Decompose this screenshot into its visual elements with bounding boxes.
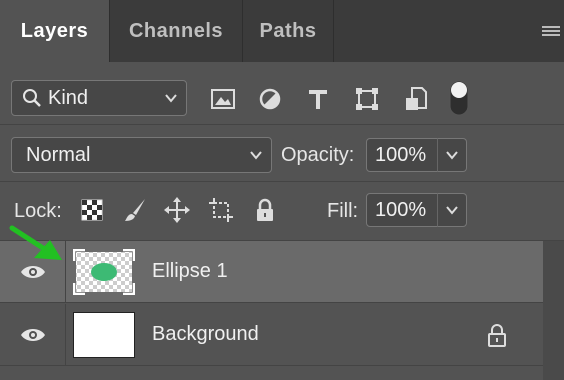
layer-lock-icon xyxy=(487,323,507,352)
layer-row-ellipse-1[interactable]: Ellipse 1 xyxy=(0,241,543,303)
image-filter-icon[interactable] xyxy=(208,85,238,113)
layer-thumbnail xyxy=(73,312,135,358)
lock-position-icon[interactable] xyxy=(162,195,192,225)
annotation-arrow-icon xyxy=(8,222,66,269)
chevron-down-icon xyxy=(247,146,265,164)
divider xyxy=(0,181,564,182)
filter-kind-label: Kind xyxy=(48,86,89,109)
scrollbar[interactable] xyxy=(543,241,564,380)
type-filter-icon[interactable] xyxy=(304,85,332,113)
fill-label: Fill: xyxy=(327,200,359,222)
chevron-down-icon xyxy=(446,206,458,215)
layer-name: Ellipse 1 xyxy=(152,260,228,282)
layer-name: Background xyxy=(152,323,259,345)
tab-layers[interactable]: Layers xyxy=(0,0,110,62)
shape-filter-icon[interactable] xyxy=(352,84,382,114)
chevron-down-icon xyxy=(162,89,180,107)
panel-tab-bar: Layers Channels Paths xyxy=(0,0,564,62)
blend-mode-value: Normal xyxy=(26,143,91,166)
tab-paths[interactable]: Paths xyxy=(243,0,334,62)
panel-menu-icon[interactable] xyxy=(540,22,562,40)
fill-dropdown-button[interactable] xyxy=(437,193,467,227)
visibility-toggle[interactable] xyxy=(0,304,66,366)
adjustment-filter-icon[interactable] xyxy=(256,85,284,113)
filter-kind-select[interactable]: Kind xyxy=(11,80,187,116)
search-icon xyxy=(22,88,42,108)
lock-all-icon[interactable] xyxy=(252,196,278,224)
lock-transparent-pixels-icon[interactable] xyxy=(80,198,104,222)
eye-icon xyxy=(20,329,45,341)
chevron-down-icon xyxy=(446,151,458,160)
lock-label: Lock: xyxy=(14,200,62,222)
lock-image-pixels-icon[interactable] xyxy=(120,195,150,225)
lock-artboard-icon[interactable] xyxy=(206,195,236,225)
divider xyxy=(0,124,564,125)
blend-mode-select[interactable]: Normal xyxy=(11,137,272,173)
layer-row-background[interactable]: Background xyxy=(0,304,543,366)
layer-thumbnail xyxy=(72,248,136,296)
opacity-dropdown-button[interactable] xyxy=(437,138,467,172)
opacity-label: Opacity: xyxy=(281,144,355,166)
smart-object-filter-icon[interactable] xyxy=(402,84,430,114)
opacity-field[interactable]: 100% xyxy=(366,138,438,172)
fill-field[interactable]: 100% xyxy=(366,193,438,227)
tab-channels[interactable]: Channels xyxy=(110,0,243,62)
filter-toggle-icon[interactable] xyxy=(448,80,470,116)
